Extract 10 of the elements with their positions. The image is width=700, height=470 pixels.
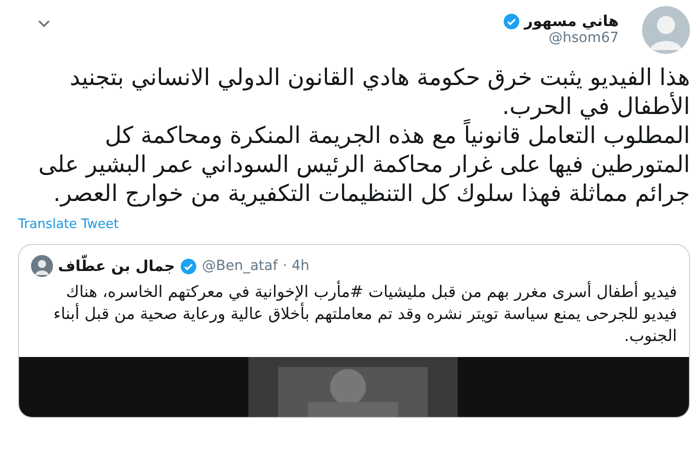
author-handle[interactable]: @hsom67 xyxy=(548,30,619,46)
quoted-author-name[interactable]: جمال بن عطّاف xyxy=(58,257,176,275)
quoted-tweet-card[interactable] xyxy=(18,244,690,418)
translate-link[interactable]: Translate Tweet xyxy=(18,217,119,232)
tweet-text: هذا الفيديو يثبت خرق حكومة هادي القانون الدولي الانساني بتجنيد الأطفال في الحرب. xyxy=(68,64,690,120)
quoted-tweet-text: فيديو أطفال أسرى مغرر بهم من قبل مليشيات #مأرب الإخوانية في معركتهم الخاسره، هناك فيديو للجرحى يمنع سياسة تويتر نشره وقد تم معاملتهم بأخلاق عالية ورعاية صحية من قبل أبناء الجنوب. xyxy=(52,281,678,347)
tweet-time: · 4h xyxy=(282,258,310,274)
author-name[interactable]: هاني مسهور xyxy=(524,12,619,30)
avatar-icon[interactable] xyxy=(31,255,53,277)
quoted-author-handle[interactable]: @Ben_ataf xyxy=(202,258,278,274)
